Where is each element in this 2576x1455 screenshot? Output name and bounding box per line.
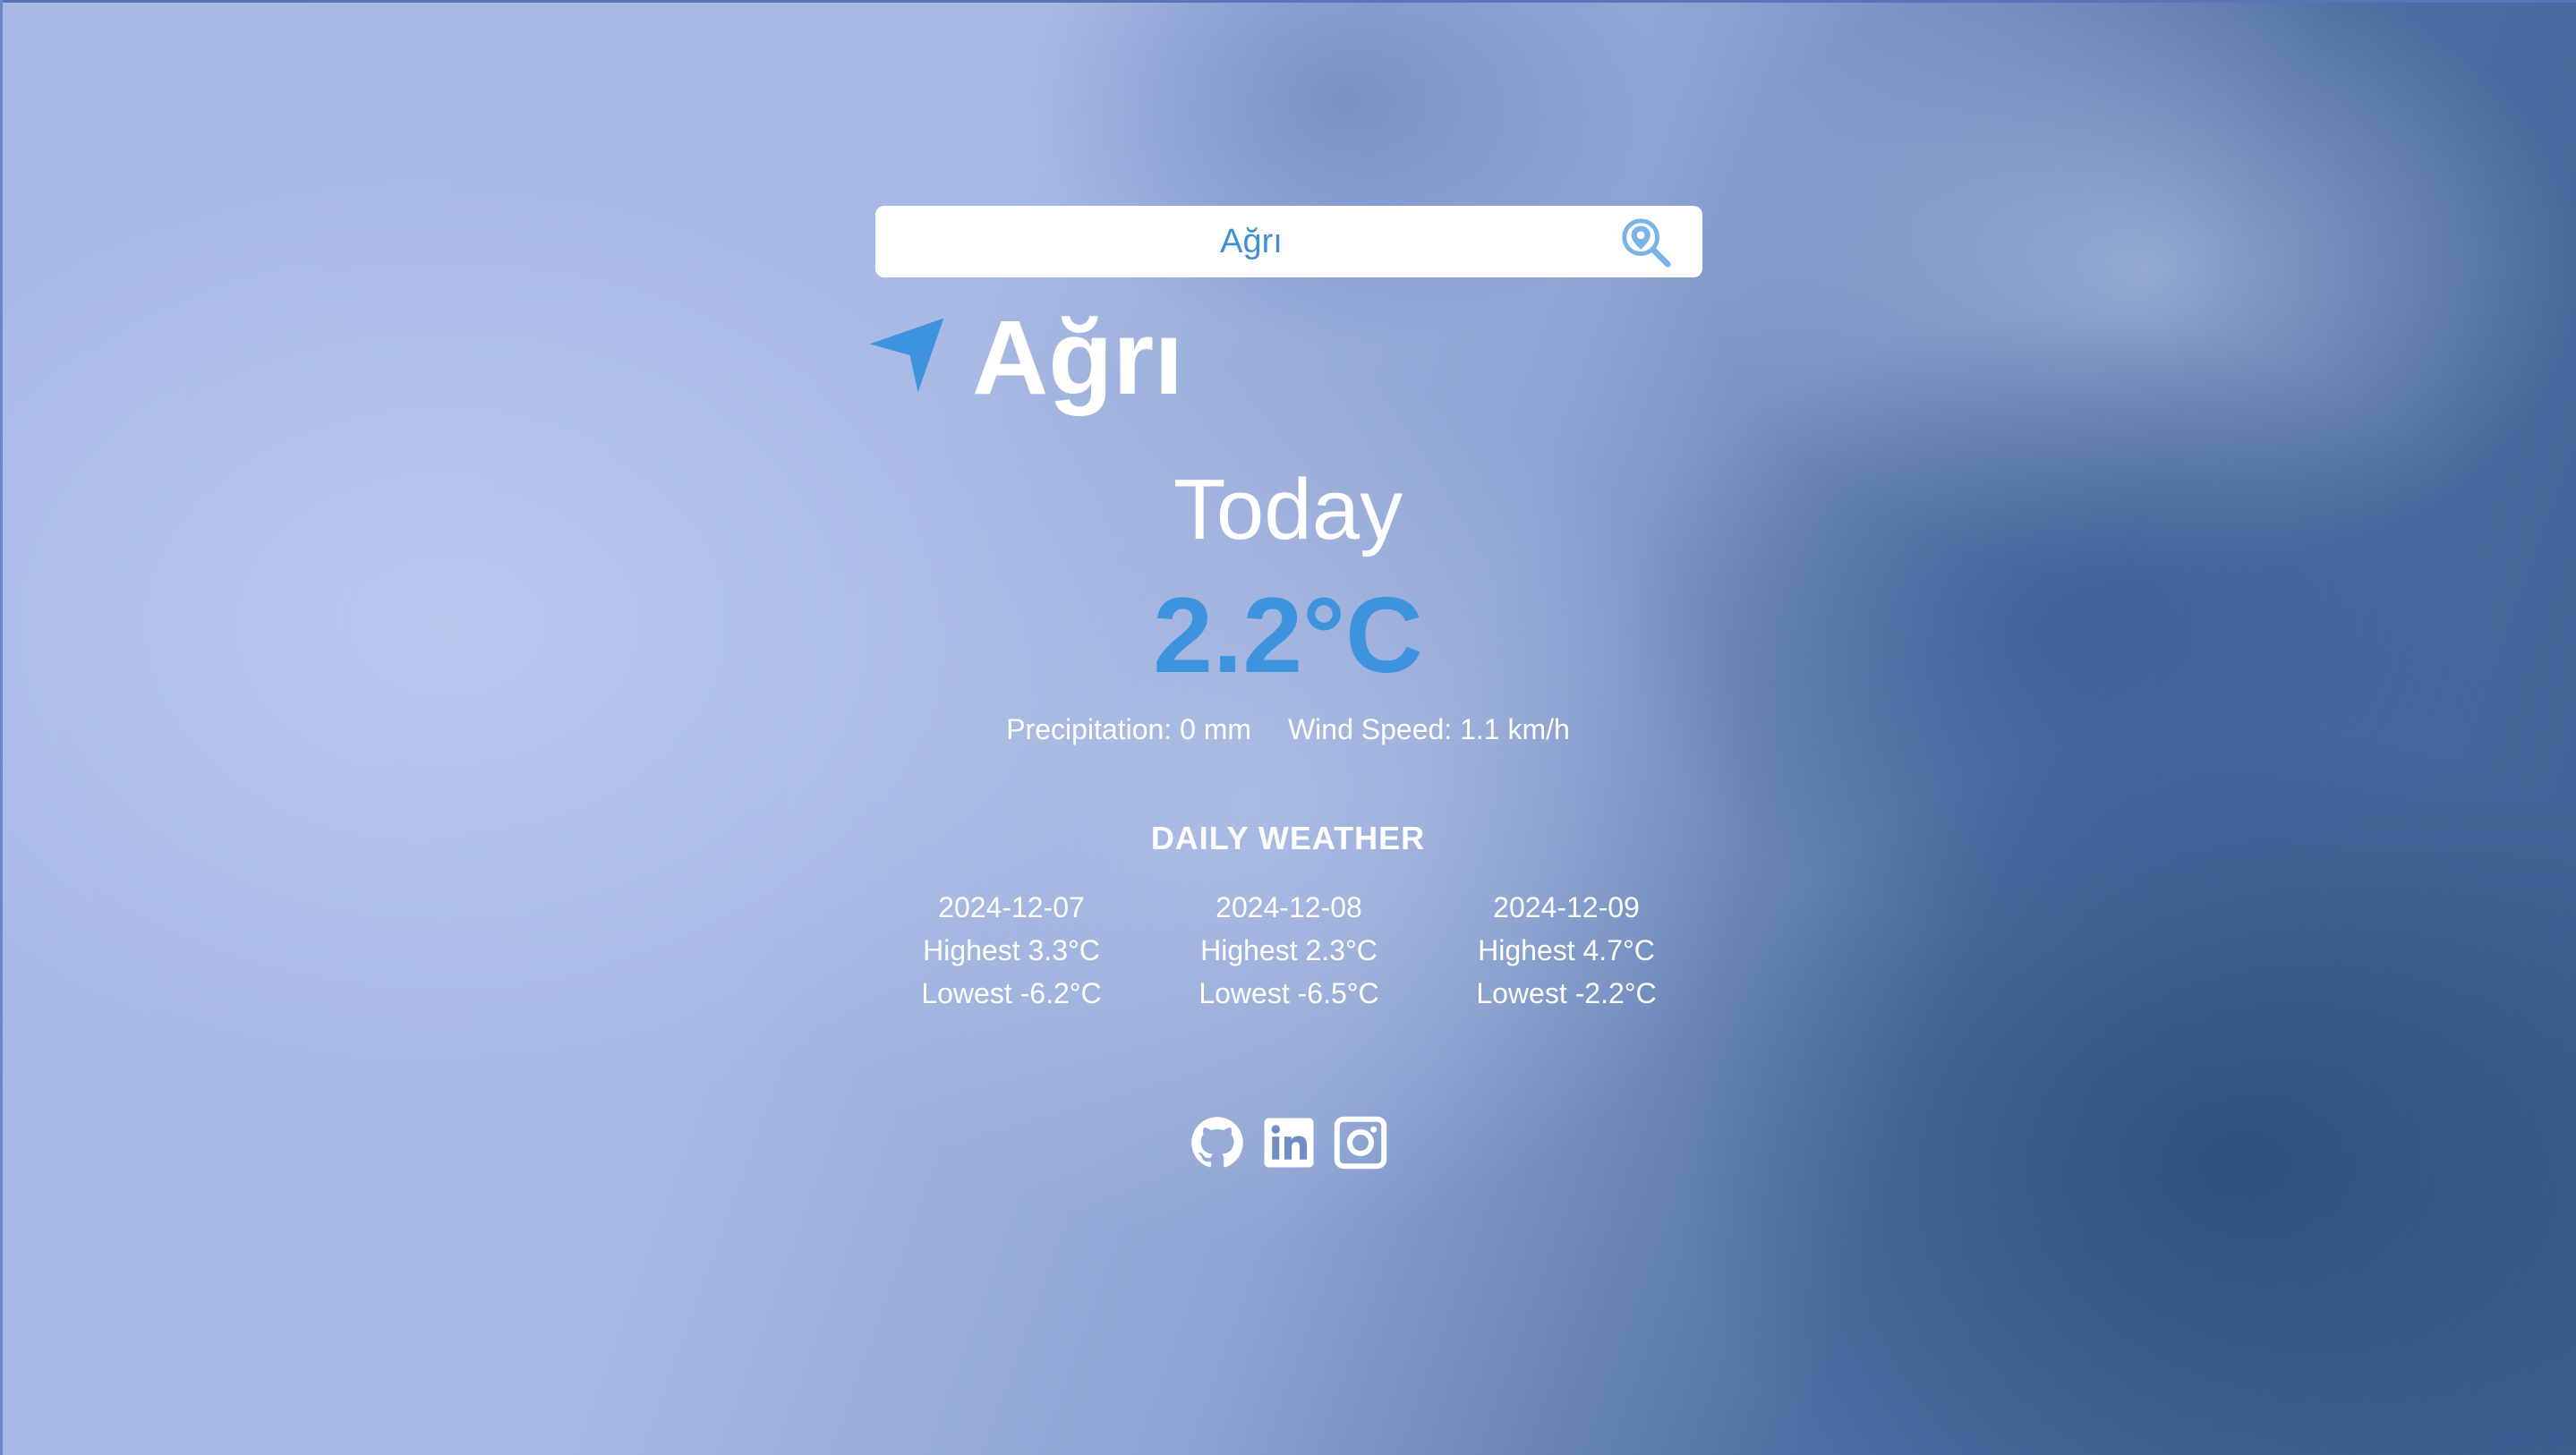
- wind-speed-value: Wind Speed: 1.1 km/h: [1287, 713, 1570, 745]
- instagram-icon[interactable]: [1334, 1116, 1387, 1170]
- today-label: Today: [1173, 462, 1403, 557]
- current-temperature: 2.2°C: [1153, 575, 1423, 695]
- daily-weather-title: DAILY WEATHER: [1150, 820, 1426, 856]
- day-highest: Highest 4.7°C: [1478, 934, 1655, 966]
- current-details: Precipitation: 0 mm Wind Speed: 1.1 km/h: [0, 707, 2576, 752]
- day-lowest: Lowest -2.2°C: [1476, 977, 1657, 1009]
- day-date: 2024-12-08: [1215, 891, 1362, 923]
- day-date: 2024-12-07: [938, 891, 1085, 923]
- day-card: 2024-12-09 Highest 4.7°C Lowest -2.2°C: [1450, 886, 1683, 1015]
- day-highest: Highest 2.3°C: [1200, 934, 1378, 966]
- day-date: 2024-12-09: [1493, 891, 1640, 923]
- city-name: Ağrı: [972, 299, 1183, 417]
- day-lowest: Lowest -6.2°C: [921, 977, 1102, 1009]
- search-input[interactable]: [893, 206, 1609, 277]
- day-lowest: Lowest -6.5°C: [1198, 977, 1379, 1009]
- day-card: 2024-12-08 Highest 2.3°C Lowest -6.5°C: [1173, 886, 1405, 1015]
- search-bar: [875, 206, 1702, 277]
- precipitation-value: Precipitation: 0 mm: [1006, 713, 1252, 745]
- navigation-arrow-icon: [869, 318, 944, 393]
- daily-forecast-list: 2024-12-07 Highest 3.3°C Lowest -6.2°C 2…: [895, 886, 1683, 1015]
- day-highest: Highest 3.3°C: [923, 934, 1100, 966]
- linkedin-icon[interactable]: [1262, 1116, 1316, 1170]
- social-links: [1190, 1114, 1387, 1171]
- window-border-top: [0, 0, 2576, 3]
- day-card: 2024-12-07 Highest 3.3°C Lowest -6.2°C: [895, 886, 1128, 1015]
- github-icon[interactable]: [1190, 1116, 1244, 1170]
- location-search-icon[interactable]: [1618, 215, 1674, 270]
